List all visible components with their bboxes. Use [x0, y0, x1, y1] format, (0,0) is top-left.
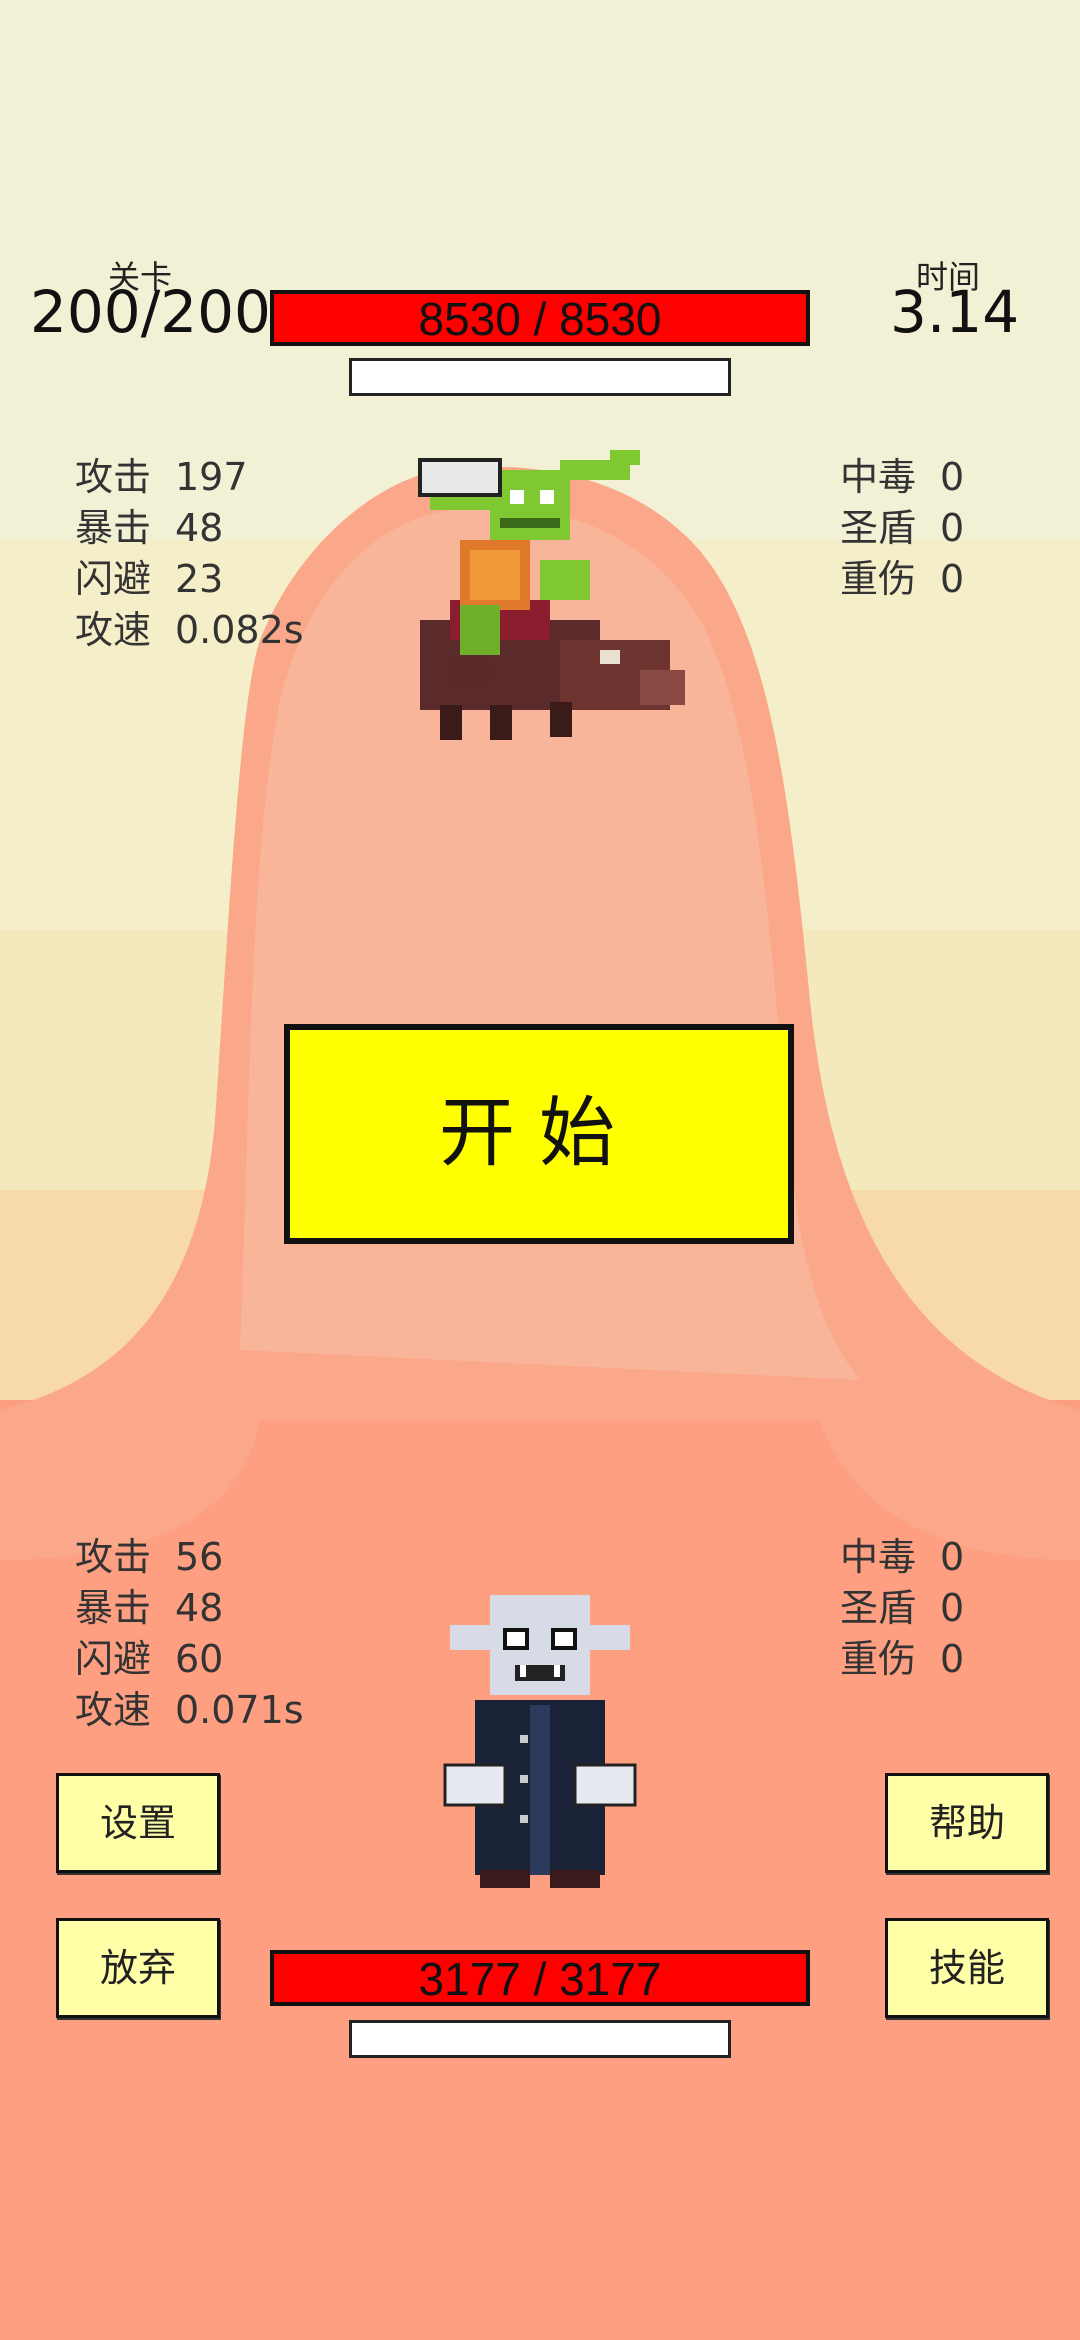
stat-key: 重伤	[840, 557, 917, 601]
stat-value: 0.082s	[175, 608, 304, 652]
stat-value: 56	[175, 1535, 224, 1579]
stat-value: 0	[940, 1637, 965, 1681]
stat-row: 攻速 0.071s	[75, 1685, 304, 1736]
stat-value: 0	[940, 455, 965, 499]
stat-row: 中毒 0	[840, 452, 964, 503]
stat-value: 0	[940, 557, 965, 601]
stat-key: 重伤	[840, 1637, 917, 1681]
stat-key: 攻击	[75, 1535, 152, 1579]
player-stats-left: 攻击 56 暴击 48 闪避 60 攻速 0.071s	[75, 1532, 304, 1736]
stat-key: 攻击	[75, 455, 152, 499]
stat-value: 48	[175, 506, 224, 550]
stat-row: 攻击 56	[75, 1532, 304, 1583]
enemy-stats-right: 中毒 0 圣盾 0 重伤 0	[840, 452, 964, 605]
stat-key: 暴击	[75, 506, 152, 550]
stat-key: 中毒	[840, 1535, 917, 1579]
stat-key: 圣盾	[840, 506, 917, 550]
stat-row: 重伤 0	[840, 1634, 964, 1685]
enemy-stats-left: 攻击 197 暴击 48 闪避 23 攻速 0.082s	[75, 452, 304, 656]
stat-value: 48	[175, 1586, 224, 1630]
player-hp-text: 3177 / 3177	[418, 1953, 662, 2005]
enemy-hp-text: 8530 / 8530	[418, 293, 662, 345]
goblin-boar-rider-sprite	[418, 450, 685, 740]
stat-key: 闪避	[75, 557, 152, 601]
stat-row: 攻速 0.082s	[75, 605, 304, 656]
level-value: 200/200	[30, 278, 271, 346]
stat-value: 197	[175, 455, 248, 499]
stat-key: 暴击	[75, 1586, 152, 1630]
player-charge-bar	[349, 2020, 731, 2058]
stat-key: 中毒	[840, 455, 917, 499]
stat-key: 圣盾	[840, 1586, 917, 1630]
stat-row: 暴击 48	[75, 503, 304, 554]
player-stats-right: 中毒 0 圣盾 0 重伤 0	[840, 1532, 964, 1685]
give-up-button[interactable]: 放弃	[56, 1918, 220, 2018]
enemy-hp-bar: 8530 / 8530	[270, 290, 810, 346]
skills-button[interactable]: 技能	[885, 1918, 1049, 2018]
stat-key: 攻速	[75, 1688, 152, 1732]
vampire-sprite	[443, 1595, 637, 1888]
stat-row: 闪避 60	[75, 1634, 304, 1685]
stat-row: 重伤 0	[840, 554, 964, 605]
stat-value: 0.071s	[175, 1688, 304, 1732]
stat-row: 中毒 0	[840, 1532, 964, 1583]
start-button[interactable]: 开始	[284, 1024, 794, 1244]
stat-row: 圣盾 0	[840, 503, 964, 554]
player-hp-bar: 3177 / 3177	[270, 1950, 810, 2006]
stat-value: 0	[940, 1535, 965, 1579]
stat-key: 闪避	[75, 1637, 152, 1681]
stat-value: 60	[175, 1637, 224, 1681]
stat-value: 0	[940, 506, 965, 550]
help-button[interactable]: 帮助	[885, 1773, 1049, 1873]
stat-value: 0	[940, 1586, 965, 1630]
enemy-charge-bar	[349, 358, 731, 396]
stat-key: 攻速	[75, 608, 152, 652]
time-value: 3.14	[890, 278, 1020, 346]
stat-value: 23	[175, 557, 224, 601]
stat-row: 圣盾 0	[840, 1583, 964, 1634]
stat-row: 攻击 197	[75, 452, 304, 503]
settings-button[interactable]: 设置	[56, 1773, 220, 1873]
stat-row: 闪避 23	[75, 554, 304, 605]
stat-row: 暴击 48	[75, 1583, 304, 1634]
